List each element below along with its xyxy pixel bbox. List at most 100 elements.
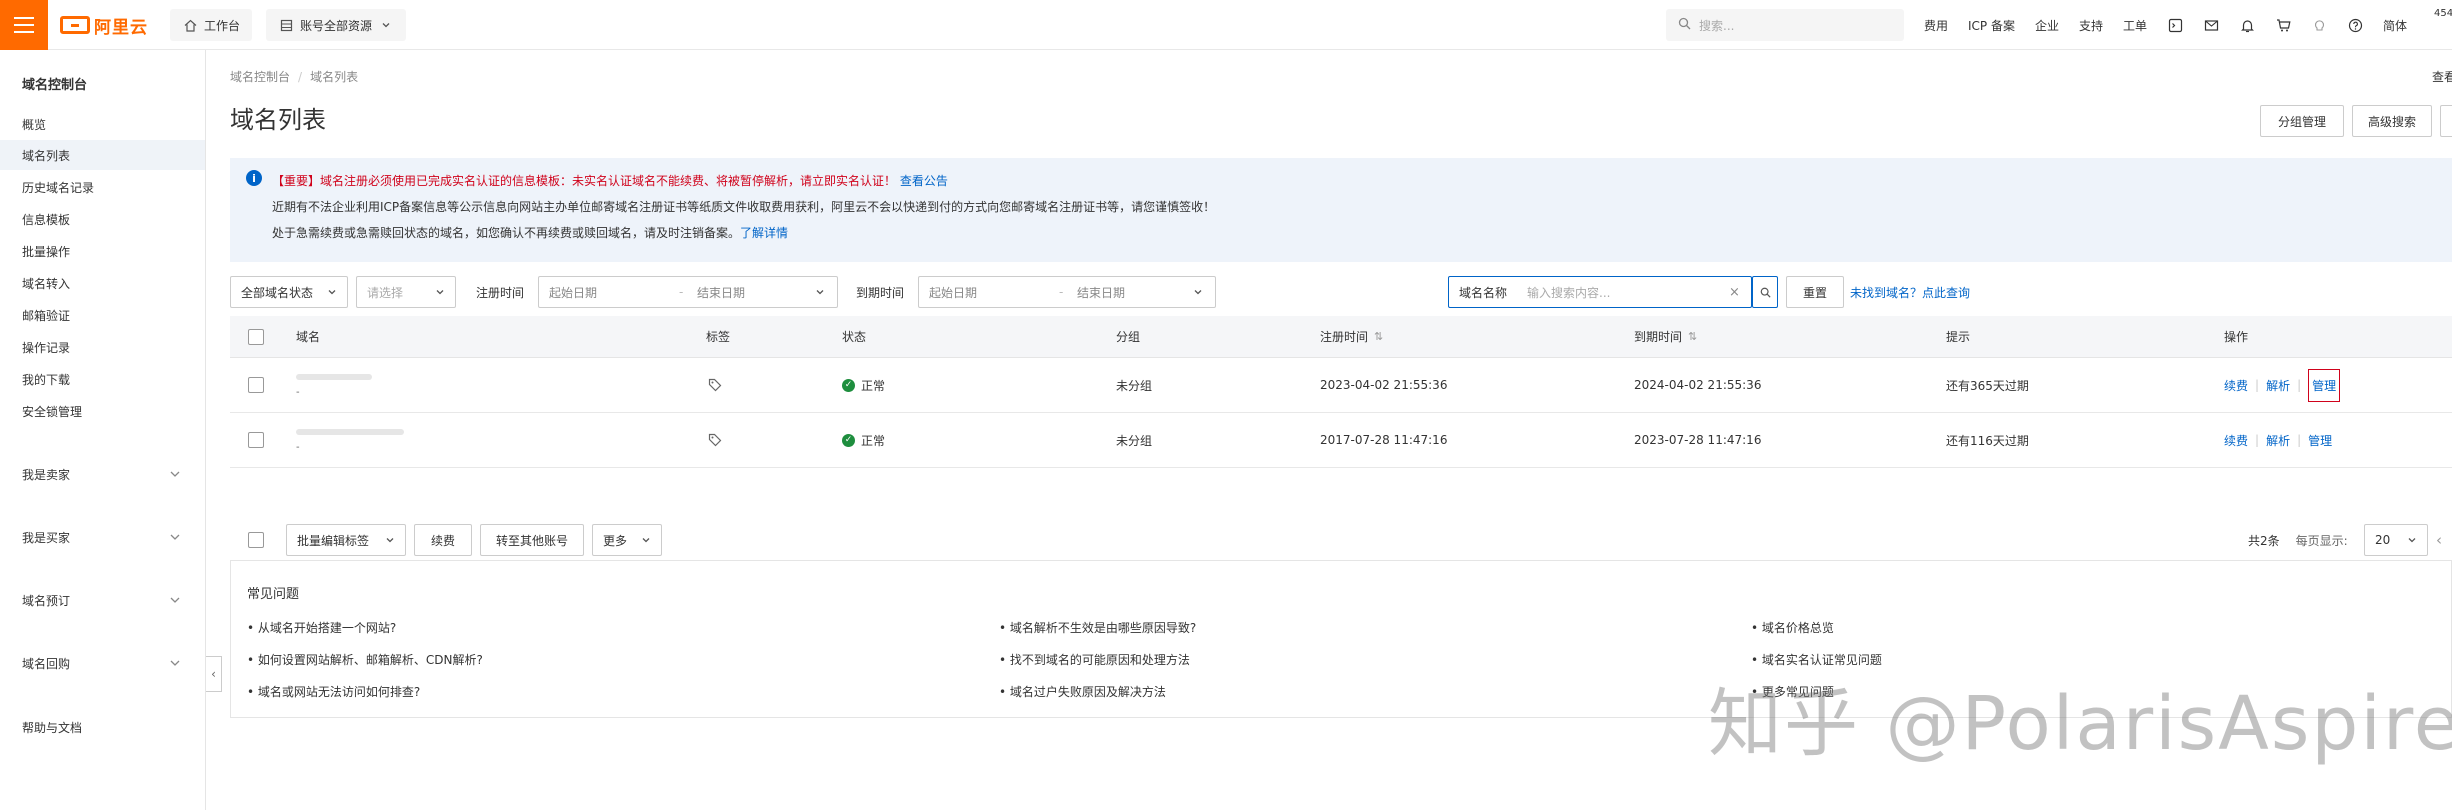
sidebar-group-buyback[interactable]: 域名回购 (0, 648, 205, 678)
bulk-select-checkbox[interactable] (248, 520, 264, 560)
sidebar-group-label: 我是买家 (22, 530, 71, 545)
redacted-domain[interactable] (296, 429, 404, 435)
top-link-ticket[interactable]: 工单 (2123, 17, 2147, 34)
transfer-account-button[interactable]: 转至其他账号 (480, 524, 584, 556)
faq-link[interactable]: • 域名解析不生效是由哪些原因导致? (999, 619, 1196, 636)
top-link-support[interactable]: 支持 (2079, 17, 2103, 34)
reg-end-date[interactable]: 结束日期 (697, 284, 815, 301)
sidebar-item-history[interactable]: 历史域名记录 (0, 172, 205, 202)
cloud-shell-icon[interactable] (2167, 17, 2183, 33)
renew-link[interactable]: 续费 (2224, 432, 2248, 449)
dns-link[interactable]: 解析 (2266, 377, 2290, 394)
global-search-input[interactable]: 搜索... (1666, 9, 1904, 41)
bell-icon[interactable] (2239, 17, 2255, 33)
view-announcement-link[interactable]: 查看公告 (900, 174, 948, 188)
bulk-tag-select[interactable]: 批量编辑标签 (286, 524, 406, 556)
faq-link[interactable]: • 域名或网站无法访问如何排查? (247, 683, 420, 700)
menu-icon[interactable] (0, 0, 48, 50)
column-reg-time-label: 注册时间 (1320, 330, 1369, 344)
sidebar-item-overview[interactable]: 概览 (0, 109, 205, 139)
more-actions-select[interactable]: 更多 (592, 524, 662, 556)
lightbulb-icon[interactable] (2311, 17, 2327, 33)
sidebar-item-operation-log[interactable]: 操作记录 (0, 332, 205, 362)
renew-link[interactable]: 续费 (2224, 377, 2248, 394)
redacted-domain[interactable] (296, 374, 372, 380)
tag-icon[interactable] (708, 413, 722, 467)
group-cell: 未分组 (1116, 378, 1153, 393)
sidebar-group-seller[interactable]: 我是卖家 (0, 459, 205, 489)
sidebar-item-domain-list[interactable]: 域名列表 (0, 140, 205, 170)
bulk-action-bar: 批量编辑标签 续费 转至其他账号 更多 共2条 每页显示: 20 ‹ (230, 520, 2452, 560)
faq-link[interactable]: • 找不到域名的可能原因和处理方法 (999, 651, 1190, 668)
reset-button[interactable]: 重置 (1786, 276, 1844, 308)
workbench-label: 工作台 (204, 18, 241, 33)
learn-more-link[interactable]: 了解详情 (740, 226, 788, 240)
cart-icon[interactable] (2275, 17, 2291, 33)
domain-search-input[interactable]: 输入搜索内容... (1527, 284, 1729, 301)
chevron-down-icon (2408, 538, 2416, 543)
notice-line-3: 处于急需续费或急需赎回状态的域名，如您确认不再续费或赎回域名，请及时注销备案。了… (272, 224, 788, 241)
group-cell: 未分组 (1116, 433, 1153, 448)
sidebar-item-downloads[interactable]: 我的下载 (0, 364, 205, 394)
reg-date-range[interactable]: 起始日期 - 结束日期 (538, 276, 838, 308)
sidebar-title: 域名控制台 (22, 78, 88, 93)
manage-link[interactable]: 管理 (2308, 432, 2332, 449)
group-manage-button[interactable]: 分组管理 (2260, 105, 2344, 137)
message-icon[interactable] (2203, 17, 2219, 33)
tag-icon[interactable] (708, 358, 722, 412)
sidebar-item-email-verify[interactable]: 邮箱验证 (0, 300, 205, 330)
sidebar-item-security-lock[interactable]: 安全锁管理 (0, 396, 205, 426)
breadcrumb-item-console[interactable]: 域名控制台 (230, 70, 290, 84)
sidebar-group-buyer[interactable]: 我是买家 (0, 522, 205, 552)
sidebar-group-reserve[interactable]: 域名预订 (0, 585, 205, 615)
clear-icon[interactable]: × (1729, 285, 1751, 300)
column-exp-time[interactable]: 到期时间 ⇅ (1634, 316, 1697, 357)
sidebar-item-batch[interactable]: 批量操作 (0, 236, 205, 266)
breadcrumb: 域名控制台 / 域名列表 (230, 70, 359, 84)
logo-text: 阿里云 (94, 17, 148, 38)
faq-link[interactable]: • 如何设置网站解析、邮箱解析、CDN解析? (247, 651, 483, 668)
type-select[interactable]: 请选择 (356, 276, 456, 308)
sidebar-help-docs[interactable]: 帮助与文档 (0, 712, 205, 742)
faq-link[interactable]: • 域名价格总览 (1751, 619, 1834, 636)
domain-status-select[interactable]: 全部域名状态 (230, 276, 348, 308)
select-all-checkbox[interactable] (248, 316, 264, 357)
advanced-search-button[interactable]: 高级搜索 (2352, 105, 2432, 137)
per-page-select[interactable]: 20 (2364, 524, 2428, 556)
chevron-down-icon (170, 660, 180, 666)
column-domain: 域名 (296, 330, 321, 344)
more-header-button[interactable] (2440, 105, 2452, 137)
top-link-icp[interactable]: ICP 备案 (1968, 17, 2015, 34)
reg-start-date[interactable]: 起始日期 (549, 284, 679, 301)
search-field-select[interactable]: 域名名称 (1449, 284, 1527, 301)
language-switch[interactable]: 简体 (2383, 17, 2407, 34)
sidebar-item-transfer-in[interactable]: 域名转入 (0, 268, 205, 298)
help-icon[interactable] (2347, 17, 2363, 33)
row-checkbox[interactable] (248, 413, 264, 467)
search-submit-button[interactable] (1752, 276, 1778, 308)
top-link-enterprise[interactable]: 企业 (2035, 17, 2059, 34)
search-icon (1678, 17, 1691, 33)
exp-end-date[interactable]: 结束日期 (1077, 284, 1193, 301)
row-checkbox[interactable] (248, 358, 264, 412)
prev-page-icon[interactable]: ‹ (2436, 520, 2442, 560)
aliyun-logo[interactable]: 阿里云 (60, 14, 148, 38)
top-link-fees[interactable]: 费用 (1924, 17, 1948, 34)
workbench-button[interactable]: 工作台 (170, 9, 253, 41)
faq-link[interactable]: • 域名过户失败原因及解决方法 (999, 683, 1166, 700)
manage-link[interactable]: 管理 (2308, 368, 2341, 402)
bulk-renew-button[interactable]: 续费 (414, 524, 472, 556)
sidebar-group-label: 域名回购 (22, 656, 71, 671)
exp-start-date[interactable]: 起始日期 (929, 284, 1059, 301)
column-reg-time[interactable]: 注册时间 ⇅ (1320, 316, 1383, 357)
account-fragment[interactable]: 454 (2434, 8, 2452, 19)
dns-link[interactable]: 解析 (2266, 432, 2290, 449)
view-link[interactable]: 查看 (2432, 68, 2452, 85)
resource-icon (278, 17, 294, 33)
exp-date-range[interactable]: 起始日期 - 结束日期 (918, 276, 1216, 308)
sidebar-item-templates[interactable]: 信息模板 (0, 204, 205, 234)
resource-selector[interactable]: 账号全部资源 (266, 9, 407, 41)
faq-link[interactable]: • 从域名开始搭建一个网站? (247, 619, 396, 636)
domain-not-found-link[interactable]: 未找到域名？点此查询 (1850, 284, 1970, 301)
resource-label: 账号全部资源 (300, 18, 373, 33)
